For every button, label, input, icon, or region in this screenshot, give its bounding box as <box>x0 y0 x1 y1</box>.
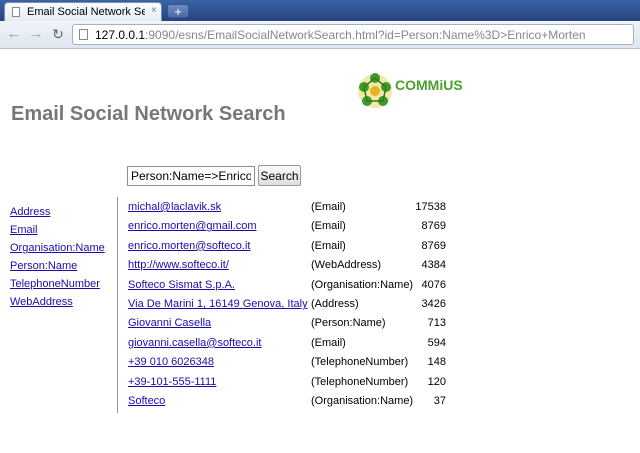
sidebar-item-telephone-number[interactable]: TelephoneNumber <box>10 275 105 293</box>
result-type: (WebAddress) <box>311 259 382 272</box>
category-sidebar: Address Email Organisation:Name Person:N… <box>10 203 105 311</box>
logo-text: COMMiUS <box>395 77 463 93</box>
result-value-link[interactable]: michal@laclavik.sk <box>128 198 221 217</box>
result-value-link[interactable]: Via De Marini 1, 16149 Genova, Italy <box>128 295 308 314</box>
sidebar-item-person-name[interactable]: Person:Name <box>10 257 105 275</box>
result-value-link[interactable]: enrico.morten@gmail.com <box>128 217 257 236</box>
result-type: (Person:Name) <box>311 317 386 330</box>
sidebar-item-address[interactable]: Address <box>10 203 105 221</box>
result-value-link[interactable]: Giovanni Casella <box>128 314 211 333</box>
page-icon <box>79 29 88 40</box>
page-title: Email Social Network Search <box>11 103 286 125</box>
result-count: 37 <box>433 394 446 407</box>
result-count: 594 <box>427 336 446 349</box>
result-value-link[interactable]: Softeco <box>128 392 165 411</box>
page-icon <box>12 7 20 17</box>
sidebar-item-organisation-name[interactable]: Organisation:Name <box>10 239 105 257</box>
url-text: 127.0.0.1:9090/esns/EmailSocialNetworkSe… <box>95 28 586 42</box>
result-type: (Address) <box>311 297 359 310</box>
commius-logo: COMMiUS <box>355 69 463 113</box>
result-count: 4076 <box>421 278 446 291</box>
result-type: (Email) <box>311 336 346 349</box>
result-type: (Email) <box>311 239 346 252</box>
result-count: 8769 <box>421 239 446 252</box>
divider <box>117 197 118 413</box>
browser-tab[interactable]: Email Social Network Sea... × <box>4 2 162 21</box>
result-count: 4384 <box>421 259 446 272</box>
result-value-link[interactable]: +39-101-555-1111 <box>128 373 216 392</box>
address-bar[interactable]: 127.0.0.1:9090/esns/EmailSocialNetworkSe… <box>72 24 634 45</box>
sidebar-item-web-address[interactable]: WebAddress <box>10 293 105 311</box>
result-value-link[interactable]: giovanni.casella@softeco.it <box>128 334 261 353</box>
result-type: (Email) <box>311 220 346 233</box>
reload-icon[interactable]: ↻ <box>49 25 67 43</box>
result-type: (TelephoneNumber) <box>311 356 409 369</box>
tab-strip: Email Social Network Sea... × + <box>0 0 640 21</box>
search-input[interactable] <box>127 166 255 186</box>
result-count: 713 <box>427 317 446 330</box>
search-button[interactable]: Search <box>258 165 301 186</box>
url-host: 127.0.0.1 <box>95 28 146 42</box>
tab-title: Email Social Network Sea... <box>27 6 145 18</box>
result-count: 3426 <box>421 297 446 310</box>
new-tab-button[interactable]: + <box>167 4 189 18</box>
result-count: 8769 <box>421 220 446 233</box>
result-value-link[interactable]: enrico.morten@softeco.it <box>128 237 250 256</box>
browser-toolbar: ← → ↻ 127.0.0.1:9090/esns/EmailSocialNet… <box>0 21 640 49</box>
logo-mark-icon <box>358 73 392 108</box>
result-count: 120 <box>427 375 446 388</box>
result-value-link[interactable]: +39 010 6026348 <box>128 353 214 372</box>
forward-arrow-icon[interactable]: → <box>27 25 45 43</box>
close-icon[interactable]: × <box>151 5 157 16</box>
result-value-link[interactable]: Softeco Sismat S.p.A. <box>128 276 235 295</box>
result-type: (Email) <box>311 201 346 213</box>
result-count: 17538 <box>415 201 446 213</box>
sidebar-item-email[interactable]: Email <box>10 221 105 239</box>
result-count: 148 <box>427 356 446 369</box>
result-value-link[interactable]: http://www.softeco.it/ <box>128 256 229 275</box>
back-arrow-icon[interactable]: ← <box>5 25 23 43</box>
url-path: :9090/esns/EmailSocialNetworkSearch.html… <box>145 28 586 42</box>
result-type: (TelephoneNumber) <box>311 375 409 388</box>
